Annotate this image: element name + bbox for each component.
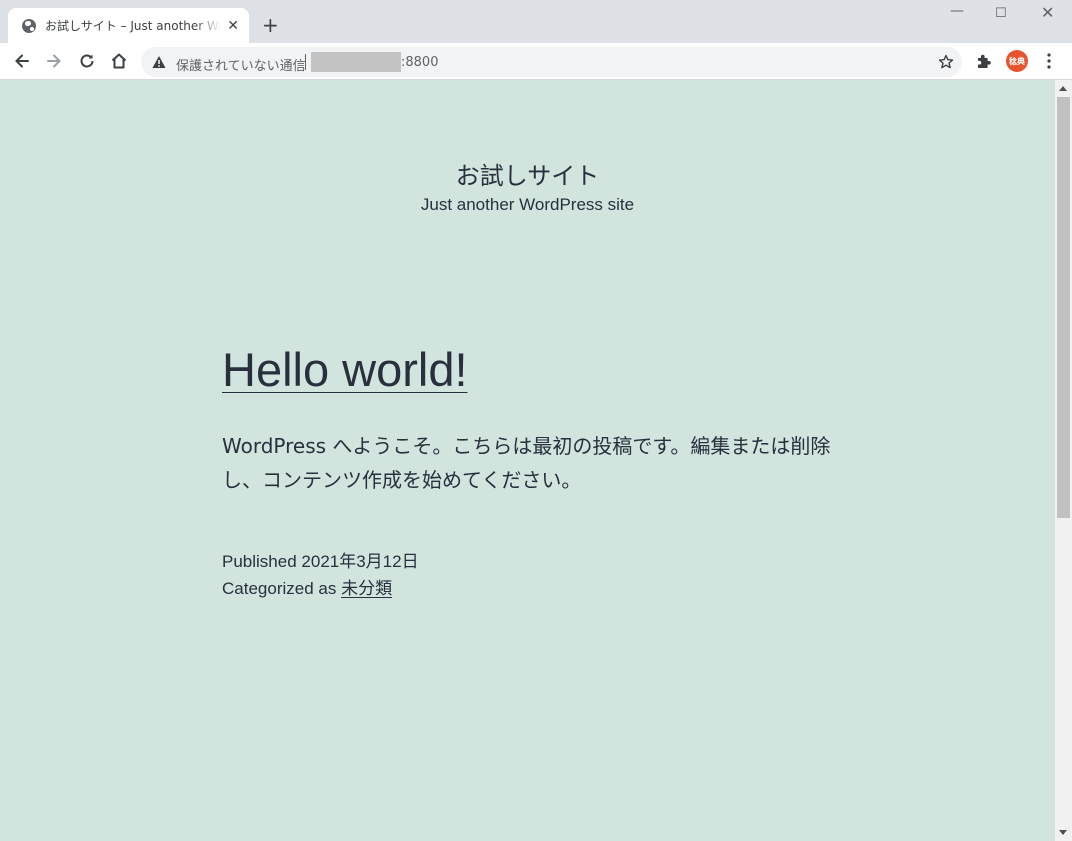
published-date: 2021年3月12日 — [301, 552, 419, 571]
redacted-host — [311, 52, 401, 72]
published-line: Published 2021年3月12日 — [222, 548, 419, 575]
address-bar[interactable]: 保護されていない通信 :8800 — [141, 47, 962, 77]
tab-close-icon[interactable]: ✕ — [227, 19, 239, 33]
warning-icon[interactable] — [152, 55, 166, 69]
category-line: Categorized as 未分類 — [222, 575, 419, 602]
tab-strip: お試しサイト – Just another WordPress site ✕ +… — [0, 0, 1072, 43]
reload-icon[interactable] — [77, 51, 97, 71]
published-label: Published — [222, 552, 297, 571]
site-title[interactable]: お試しサイト — [0, 156, 1055, 191]
back-icon[interactable] — [12, 51, 32, 71]
post-title-link[interactable]: Hello world! — [222, 342, 468, 397]
minimize-icon[interactable]: — — [950, 4, 964, 18]
site-description: Just another WordPress site — [420, 195, 635, 214]
url-port: :8800 — [401, 55, 439, 70]
star-icon[interactable] — [938, 54, 954, 70]
home-icon[interactable] — [109, 51, 129, 71]
extensions-icon[interactable] — [975, 52, 993, 70]
menu-icon[interactable] — [1040, 52, 1058, 70]
scroll-up-icon[interactable] — [1059, 86, 1067, 91]
browser-toolbar: 保護されていない通信 :8800 稔典 — [0, 43, 1072, 80]
vertical-scrollbar[interactable] — [1055, 80, 1072, 841]
scroll-down-icon[interactable] — [1059, 830, 1067, 835]
forward-icon[interactable] — [44, 51, 64, 71]
url-separator — [305, 54, 306, 70]
new-tab-button[interactable]: + — [262, 15, 279, 35]
post-content: WordPress へようこそ。こちらは最初の投稿です。編集または削除し、コンテ… — [222, 434, 831, 492]
category-label: Categorized as — [222, 579, 337, 598]
security-status-label[interactable]: 保護されていない通信 — [176, 55, 306, 74]
tab-title: お試しサイト – Just another WordPress site — [45, 19, 221, 33]
post-meta: Published 2021年3月12日 Categorized as 未分類 — [222, 548, 419, 602]
window-close-icon[interactable]: ✕ — [1041, 5, 1054, 21]
active-tab[interactable]: お試しサイト – Just another WordPress site ✕ — [8, 8, 249, 43]
scrollbar-thumb[interactable] — [1057, 97, 1070, 518]
profile-avatar[interactable]: 稔典 — [1006, 50, 1028, 72]
globe-icon — [22, 18, 36, 33]
page-viewport: お試しサイト Just another WordPress site Hello… — [0, 80, 1055, 841]
category-link[interactable]: 未分類 — [341, 579, 392, 598]
maximize-icon[interactable]: ☐ — [995, 7, 1007, 20]
